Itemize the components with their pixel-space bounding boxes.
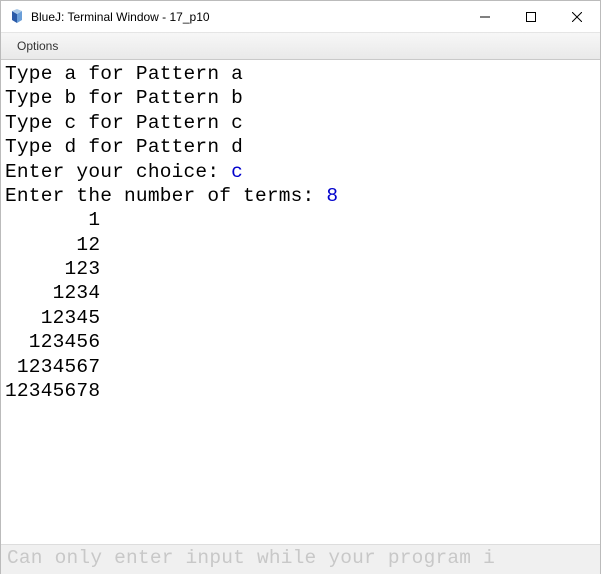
terminal-line: Type c for Pattern c <box>5 111 596 135</box>
terminal-output: Type a for Pattern aType b for Pattern b… <box>1 60 600 403</box>
terminal-text: 12345678 <box>5 380 100 402</box>
terminal-text: Enter the number of terms: <box>5 185 326 207</box>
terminal-text: 1234567 <box>5 356 100 378</box>
bluej-icon <box>9 9 25 25</box>
terminal-text: 12 <box>5 234 100 256</box>
terminal-line: Type b for Pattern b <box>5 86 596 110</box>
minimize-button[interactable] <box>462 1 508 32</box>
terminal-text: Type d for Pattern d <box>5 136 243 158</box>
terminal-line: 1234567 <box>5 355 596 379</box>
titlebar[interactable]: BlueJ: Terminal Window - 17_p10 <box>1 1 600 33</box>
terminal-text: 1 <box>5 209 100 231</box>
window-title: BlueJ: Terminal Window - 17_p10 <box>31 10 462 24</box>
terminal-line: Type d for Pattern d <box>5 135 596 159</box>
maximize-button[interactable] <box>508 1 554 32</box>
terminal-text: 12345 <box>5 307 100 329</box>
terminal-user-input: c <box>231 161 243 183</box>
terminal-text: Type c for Pattern c <box>5 112 243 134</box>
terminal-user-input: 8 <box>326 185 338 207</box>
menu-options[interactable]: Options <box>11 37 64 55</box>
terminal-text: 123 <box>5 258 100 280</box>
window-controls <box>462 1 600 32</box>
terminal-line: 12345678 <box>5 379 596 403</box>
terminal-line: 1 <box>5 208 596 232</box>
terminal-text: Enter your choice: <box>5 161 231 183</box>
terminal-text: 123456 <box>5 331 100 353</box>
terminal-line: Type a for Pattern a <box>5 62 596 86</box>
terminal-line: 123456 <box>5 330 596 354</box>
close-button[interactable] <box>554 1 600 32</box>
terminal-text: 1234 <box>5 282 100 304</box>
terminal-text: Type b for Pattern b <box>5 87 243 109</box>
terminal-line: Enter your choice: c <box>5 160 596 184</box>
terminal-text: Type a for Pattern a <box>5 63 243 85</box>
terminal-line: 123 <box>5 257 596 281</box>
terminal-line: 12345 <box>5 306 596 330</box>
terminal-input-disabled: Can only enter input while your program … <box>1 544 600 574</box>
terminal-line: Enter the number of terms: 8 <box>5 184 596 208</box>
menubar: Options <box>1 33 600 60</box>
terminal-line: 1234 <box>5 281 596 305</box>
terminal-line: 12 <box>5 233 596 257</box>
